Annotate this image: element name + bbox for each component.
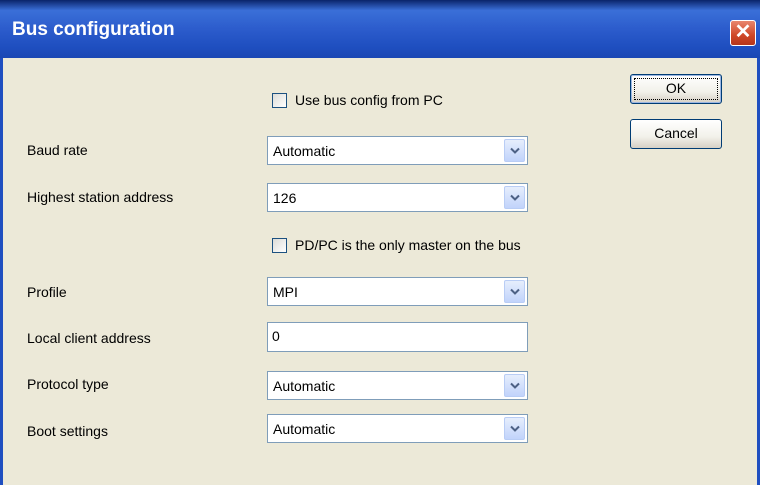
boot-settings-label: Boot settings [27,423,108,439]
only-master-checkbox-row[interactable]: PD/PC is the only master on the bus [272,237,592,257]
boot-settings-dropdown-button[interactable] [504,417,525,440]
local-client-address-field[interactable] [267,322,528,352]
ok-button[interactable]: OK [630,74,722,104]
profile-value: MPI [273,284,298,300]
protocol-type-dropdown[interactable]: Automatic [267,371,528,400]
window-title: Bus configuration [12,19,175,40]
focus-rectangle [634,78,718,100]
close-icon: ✕ [734,21,752,43]
chevron-down-icon [510,288,520,295]
only-master-label: PD/PC is the only master on the bus [295,237,521,253]
highest-station-address-dropdown[interactable]: 126 [267,183,528,212]
local-client-address-input[interactable] [272,328,512,344]
title-bar[interactable]: Bus configuration ✕ [0,0,760,58]
highest-station-address-value: 126 [273,190,297,206]
protocol-type-label: Protocol type [27,376,109,392]
cancel-button-label: Cancel [654,125,698,141]
chevron-down-icon [510,194,520,201]
profile-label: Profile [27,284,67,300]
baud-rate-dropdown-button[interactable] [504,139,525,162]
use-bus-config-label: Use bus config from PC [295,92,443,108]
baud-rate-label: Baud rate [27,142,88,158]
boot-settings-dropdown[interactable]: Automatic [267,414,528,443]
protocol-type-value: Automatic [273,378,336,394]
chevron-down-icon [510,425,520,432]
use-bus-config-checkbox[interactable] [272,93,287,108]
profile-dropdown[interactable]: MPI [267,277,528,306]
baud-rate-value: Automatic [273,143,336,159]
cancel-button[interactable]: Cancel [630,119,722,149]
highest-station-address-label: Highest station address [27,189,174,205]
boot-settings-value: Automatic [273,421,336,437]
use-bus-config-checkbox-row[interactable]: Use bus config from PC [272,92,532,112]
highest-station-address-dropdown-button[interactable] [504,186,525,209]
profile-dropdown-button[interactable] [504,280,525,303]
local-client-address-label: Local client address [27,330,151,346]
close-button[interactable]: ✕ [730,20,756,46]
baud-rate-dropdown[interactable]: Automatic [267,136,528,165]
protocol-type-dropdown-button[interactable] [504,374,525,397]
chevron-down-icon [510,382,520,389]
only-master-checkbox[interactable] [272,238,287,253]
chevron-down-icon [510,147,520,154]
